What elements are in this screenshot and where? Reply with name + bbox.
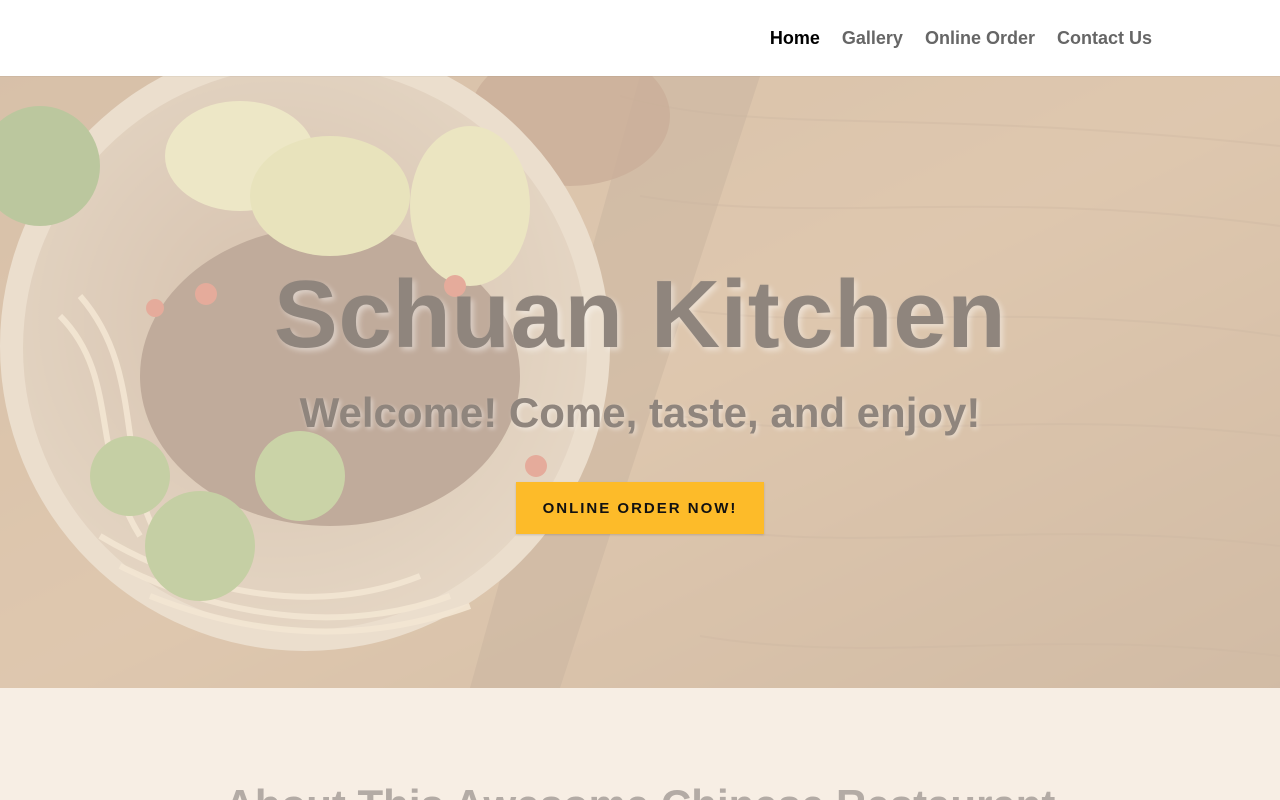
hero-content: Schuan Kitchen Welcome! Come, taste, and… [0, 76, 1280, 688]
hero-subtitle: Welcome! Come, taste, and enjoy! [299, 389, 981, 436]
online-order-now-button[interactable]: ONLINE ORDER NOW! [516, 482, 764, 534]
site-header: Home Gallery Online Order Contact Us [0, 0, 1280, 76]
nav-online-order[interactable]: Online Order [925, 0, 1035, 76]
about-heading: About This Awesome Chinese Restaurant [0, 780, 1280, 800]
nav-contact-us[interactable]: Contact Us [1057, 0, 1152, 76]
about-section: About This Awesome Chinese Restaurant [0, 688, 1280, 800]
nav-gallery[interactable]: Gallery [842, 0, 903, 76]
hero-title: Schuan Kitchen [273, 261, 1007, 368]
nav-home[interactable]: Home [770, 0, 820, 76]
main-nav: Home Gallery Online Order Contact Us [748, 0, 1152, 76]
hero-section: Schuan Kitchen Welcome! Come, taste, and… [0, 76, 1280, 688]
